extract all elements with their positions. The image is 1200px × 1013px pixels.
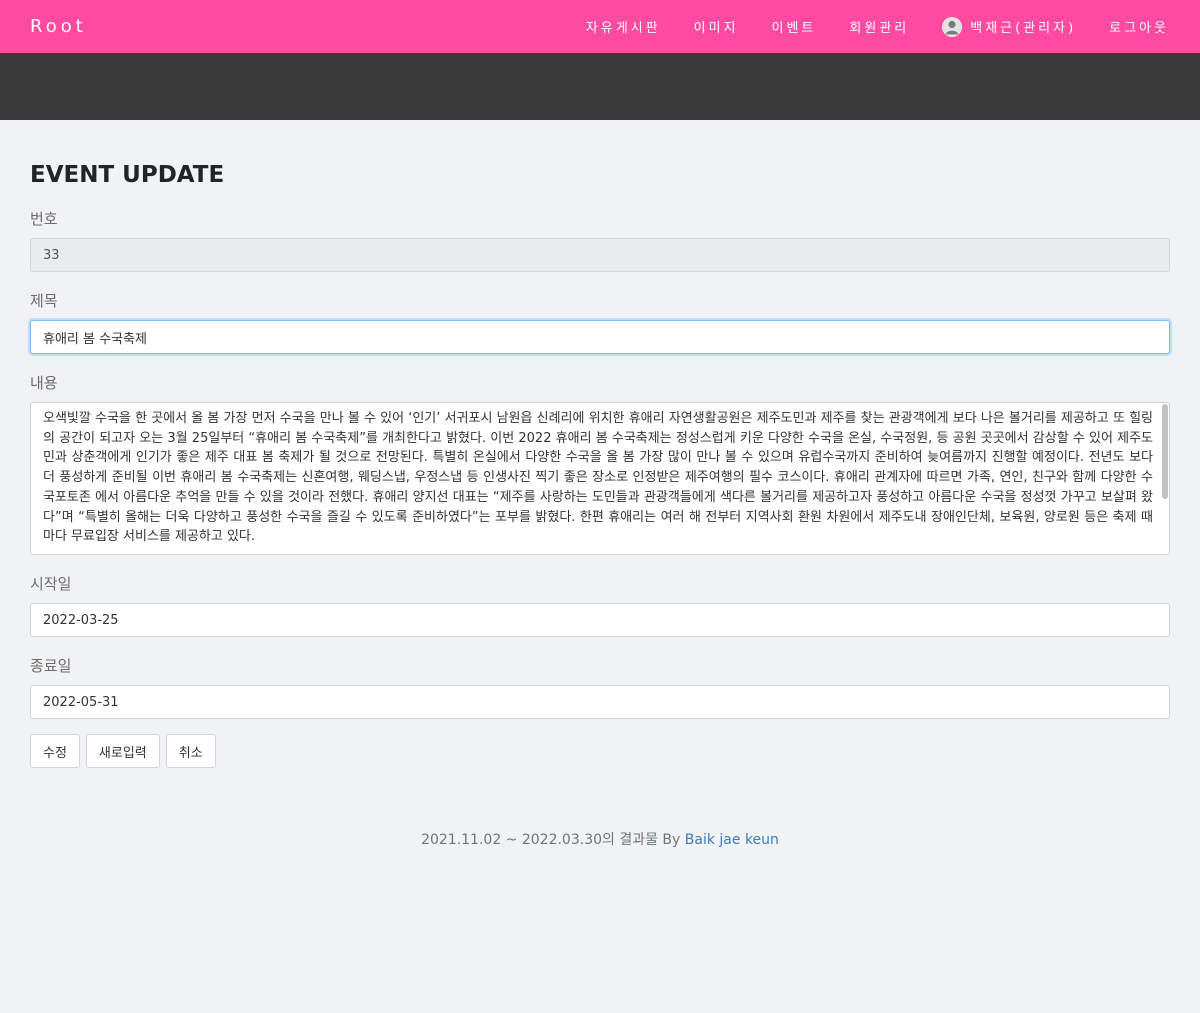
event-update-form: EVENT UPDATE 번호 제목 내용 오색빛깔 수국을 한 곳에서 올 봄…	[30, 120, 1170, 768]
nav-item-user-profile[interactable]: 백재근(관리자)	[942, 16, 1077, 37]
end-date-field[interactable]	[30, 685, 1170, 719]
nav-item-logout[interactable]: 로그아웃	[1109, 17, 1169, 36]
footer-author-link[interactable]: Baik jae keun	[685, 832, 779, 848]
footer: 2021.11.02 ~ 2022.03.30의 결과물 By Baik jae…	[0, 829, 1200, 849]
footer-text: 2021.11.02 ~ 2022.03.30의 결과물 By	[421, 832, 685, 848]
subject-label: 제목	[30, 292, 58, 310]
nav-item-board[interactable]: 자유게시판	[586, 17, 661, 36]
top-navbar: Root 자유게시판 이미지 이벤트 회원관리 백재근(관리자) 로그아웃	[0, 0, 1200, 53]
start-date-label: 시작일	[30, 575, 72, 593]
nav-item-members[interactable]: 회원관리	[849, 17, 909, 36]
end-date-label: 종료일	[30, 657, 72, 675]
content-field-wrapper: 오색빛깔 수국을 한 곳에서 올 봄 가장 먼저 수국을 만나 볼 수 있어 ‘…	[30, 402, 1170, 555]
cancel-button[interactable]: 취소	[165, 734, 216, 768]
content-label: 내용	[30, 374, 58, 392]
brand-logo-link[interactable]: Root	[30, 16, 87, 37]
content-scrollbar[interactable]	[1162, 404, 1168, 499]
reset-button[interactable]: 새로입력	[85, 734, 160, 768]
update-button[interactable]: 수정	[30, 734, 80, 768]
number-label: 번호	[30, 210, 58, 228]
start-date-field[interactable]	[30, 603, 1170, 637]
page-title: EVENT UPDATE	[30, 162, 225, 188]
header-band	[0, 53, 1200, 120]
nav-item-images[interactable]: 이미지	[694, 17, 739, 36]
user-name-label: 백재근(관리자)	[970, 21, 1077, 36]
main-nav: 자유게시판 이미지 이벤트 회원관리 백재근(관리자) 로그아웃	[586, 0, 1169, 53]
number-field	[30, 238, 1170, 272]
nav-item-events[interactable]: 이벤트	[772, 17, 817, 36]
content-field[interactable]: 오색빛깔 수국을 한 곳에서 올 봄 가장 먼저 수국을 만나 볼 수 있어 ‘…	[30, 402, 1170, 555]
subject-field[interactable]	[30, 320, 1170, 354]
user-avatar-icon	[942, 16, 963, 37]
form-actions: 수정 새로입력 취소	[30, 734, 1170, 768]
